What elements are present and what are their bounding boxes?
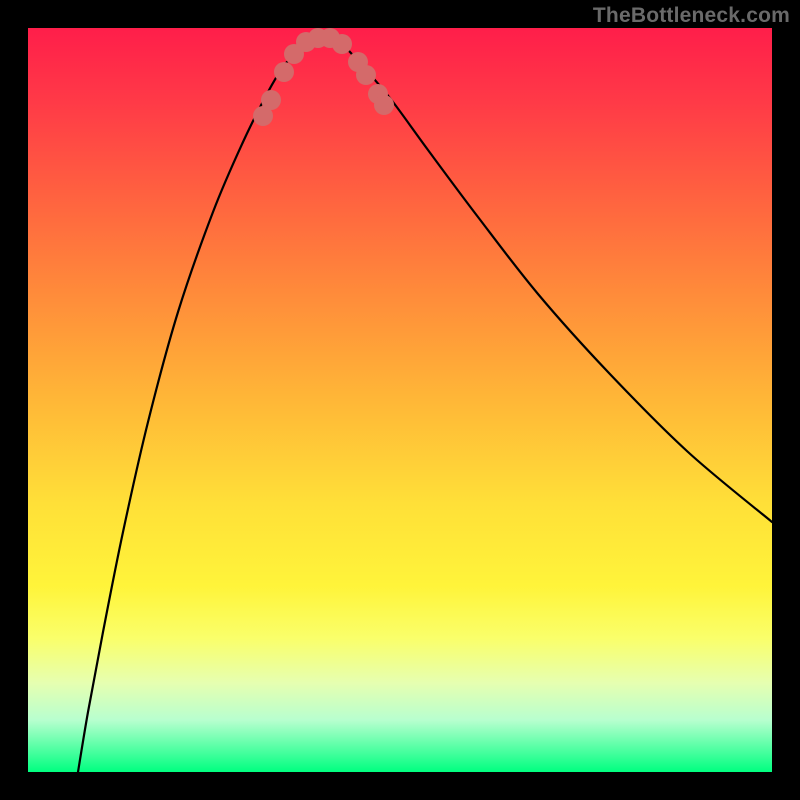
plot-area [28, 28, 772, 772]
marker-dot [374, 95, 394, 115]
watermark-text: TheBottleneck.com [593, 4, 790, 28]
marker-dot [274, 62, 294, 82]
curve-right-curve [338, 40, 772, 522]
curve-left-curve [78, 40, 306, 772]
marker-dot [332, 34, 352, 54]
marker-dot [356, 65, 376, 85]
chart-frame: TheBottleneck.com [0, 0, 800, 800]
marker-dot [261, 90, 281, 110]
chart-svg [28, 28, 772, 772]
